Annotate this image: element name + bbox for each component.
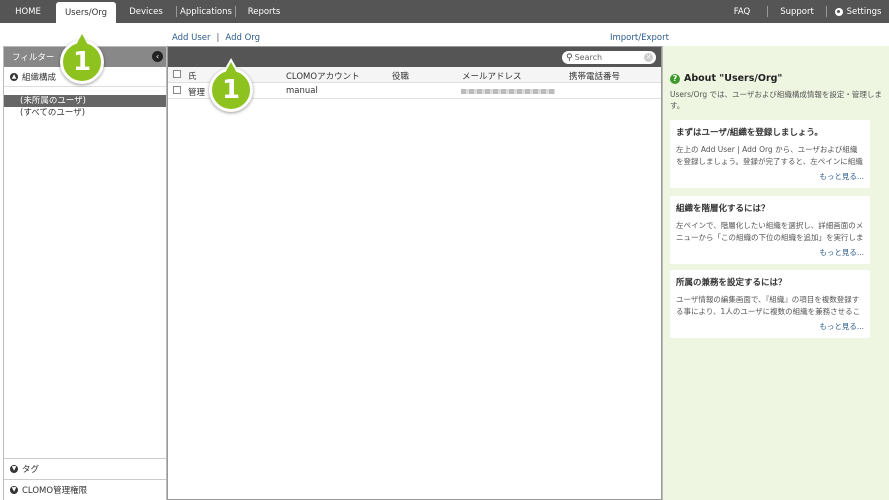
chevron-down-icon: ▼ [10, 465, 18, 473]
add-org-link[interactable]: Add Org [225, 33, 260, 43]
nav-faq[interactable]: FAQ [717, 0, 767, 23]
search-input[interactable]: ⚲ Search × [562, 51, 656, 64]
select-all-checkbox[interactable] [173, 70, 181, 78]
help-card-body: ユーザ情報の編集画面で、『組織』の項目を複数登録する事により、1人のユーザに複数… [676, 295, 861, 316]
row-account: manual [286, 86, 318, 96]
import-export-link[interactable]: Import/Export [610, 33, 669, 43]
list-toolbar: ⚲ Search × [168, 47, 661, 67]
action-links: Add User | Add Org [172, 33, 260, 43]
help-panel: ? About "Users/Org" Users/Org では、ユーザおよび組… [662, 46, 889, 500]
collapse-icon[interactable]: ‹ [152, 51, 163, 62]
section-tag-label: タグ [22, 465, 40, 475]
col-phone[interactable]: 携帯電話番号 [569, 70, 620, 82]
callout-number: 1 [60, 40, 104, 84]
nav-applications[interactable]: Applications [177, 0, 235, 23]
help-card-more-link[interactable]: もっと見る... [676, 171, 864, 182]
col-account[interactable]: CLOMOアカウント [286, 70, 360, 82]
help-card-more-link[interactable]: もっと見る... [676, 247, 864, 258]
nav-reports[interactable]: Reports [236, 0, 292, 23]
row-name: 管理 [188, 88, 206, 98]
section-org-label: 組織構成 [22, 72, 57, 83]
callout-badge: 1 [60, 30, 104, 98]
nav-support[interactable]: Support [768, 0, 826, 23]
clear-icon[interactable]: × [644, 53, 653, 62]
nav-settings[interactable]: Settings [827, 0, 889, 23]
help-description: Users/Org では、ユーザおよび組織構成情報を設定・管理します。 [670, 90, 882, 110]
help-card-more-link[interactable]: もっと見る... [676, 321, 864, 332]
top-nav: HOME Users/Org Devices Applications Repo… [0, 0, 889, 23]
col-email[interactable]: メールアドレス [462, 70, 522, 82]
help-card: まずはユーザ/組織を登録しましょう。 左上の Add User | Add Or… [670, 120, 870, 188]
help-card-title: 所属の兼務を設定するには？ [676, 278, 787, 288]
nav-right: FAQ Support Settings [717, 0, 889, 23]
filter-panel: フィルター ‹ ▲ 組織構成 (未所属のユーザ) (すべてのユーザ) ▼ タグ … [3, 46, 167, 500]
row-email-redacted [461, 89, 555, 94]
row-checkbox[interactable] [173, 86, 181, 94]
help-title-text: About "Users/Org" [684, 73, 783, 84]
help-card-body: 左ペインで、階層化したい組織を選択し、詳細画面のメニューから「この組織の下位の組… [676, 221, 864, 242]
filter-title: フィルター [12, 53, 55, 63]
nav-settings-label: Settings [846, 6, 882, 17]
section-tag[interactable]: ▼ タグ [4, 458, 166, 479]
chevron-down-icon: ▼ [10, 486, 18, 494]
callout-number: 1 [209, 68, 253, 112]
gear-icon [834, 7, 843, 16]
search-placeholder: Search [574, 53, 603, 62]
nav-users-org[interactable]: Users/Org [56, 2, 116, 23]
add-user-link[interactable]: Add User [172, 33, 211, 43]
help-card: 所属の兼務を設定するには？ ユーザ情報の編集画面で、『組織』の項目を複数登録する… [670, 270, 870, 338]
nav-devices[interactable]: Devices [116, 0, 176, 23]
nav-home[interactable]: HOME [0, 0, 56, 23]
callout-pointer-fill [225, 62, 237, 73]
help-icon: ? [670, 73, 680, 84]
col-title[interactable]: 役職 [392, 70, 409, 82]
section-admin[interactable]: ▼ CLOMO管理権限 [4, 479, 166, 500]
help-card-title: まずはユーザ/組織を登録しましょう。 [676, 128, 823, 138]
section-admin-label: CLOMO管理権限 [22, 486, 88, 496]
help-card: 組織を階層化するには？ 左ペインで、階層化したい組織を選択し、詳細画面のメニュー… [670, 196, 870, 264]
callout-pointer-fill [76, 34, 88, 45]
help-title: ? About "Users/Org" [670, 73, 782, 84]
help-card-body: 左上の Add User | Add Org から、ユーザおよび組織を登録しまし… [676, 145, 863, 166]
col-name[interactable]: 氏 [188, 70, 197, 82]
tree-item-all-users[interactable]: (すべてのユーザ) [4, 107, 166, 119]
search-icon: ⚲ [566, 52, 573, 63]
help-card-title: 組織を階層化するには？ [676, 204, 770, 214]
action-separator: | [216, 33, 220, 43]
chevron-up-icon: ▲ [10, 72, 18, 81]
callout-badge: 1 [209, 58, 253, 126]
